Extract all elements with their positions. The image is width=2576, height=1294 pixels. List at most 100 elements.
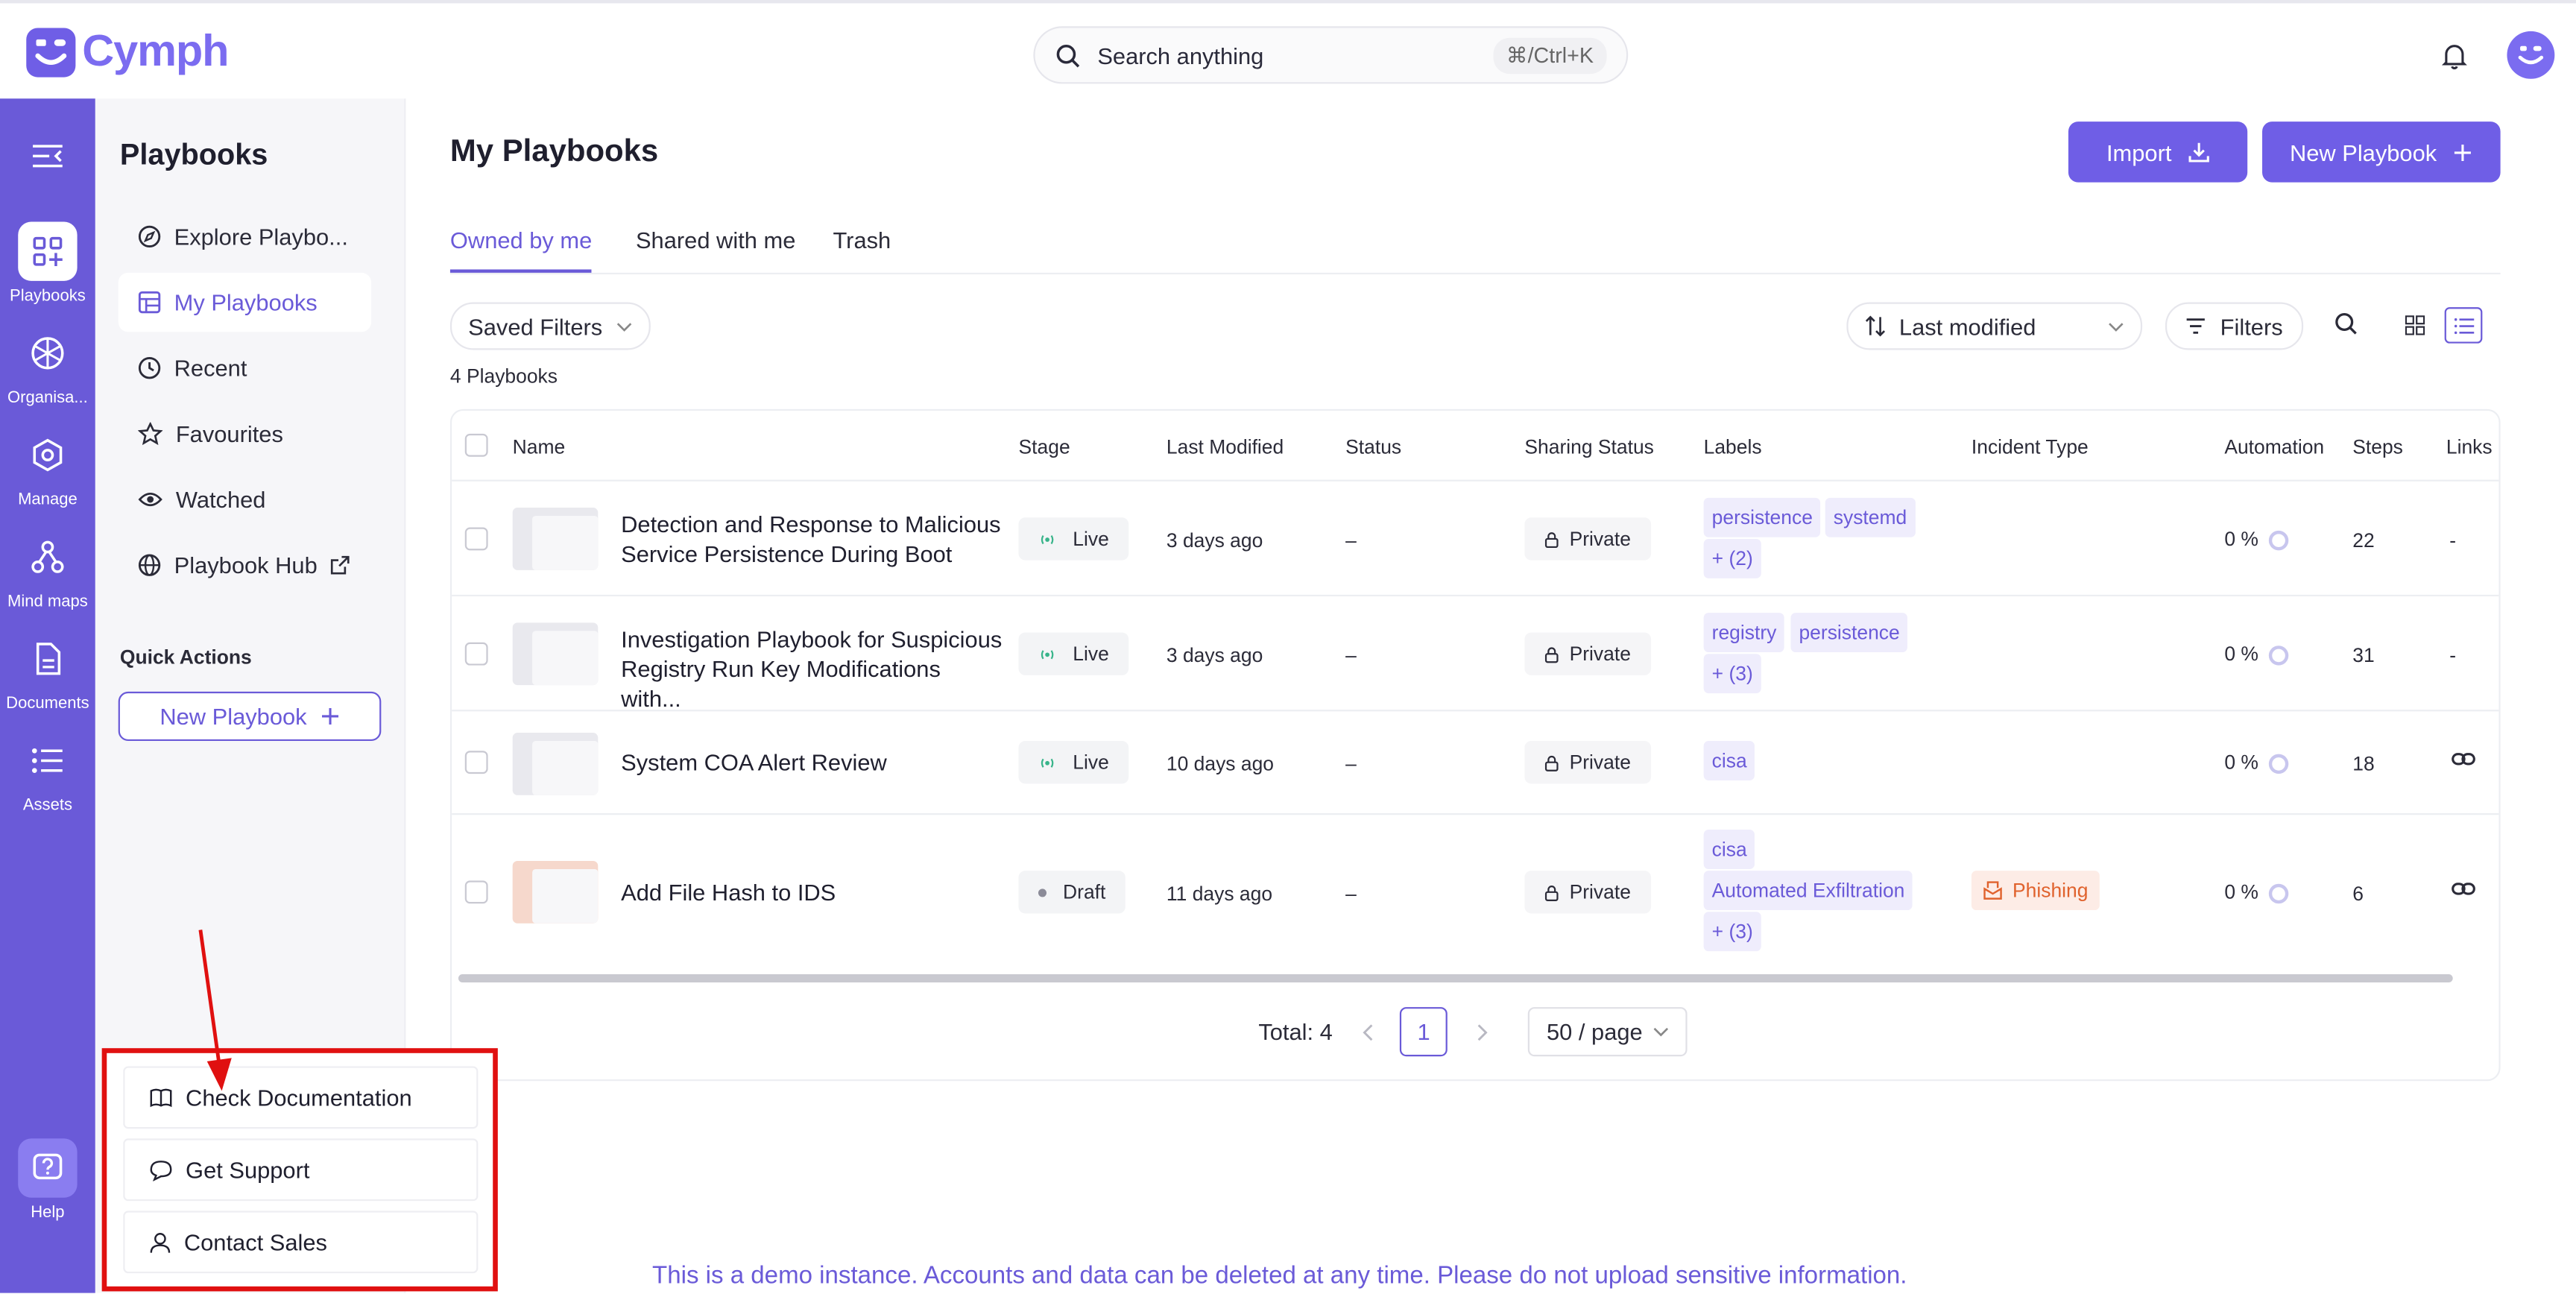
automation: 0 % bbox=[2224, 880, 2288, 904]
subnav-item-recent[interactable]: Recent bbox=[119, 338, 371, 397]
import-button[interactable]: Import bbox=[2068, 121, 2248, 183]
row-checkbox[interactable] bbox=[464, 527, 488, 551]
automation-value: 0 % bbox=[2224, 642, 2258, 666]
sort-dropdown[interactable]: Last modified bbox=[1846, 302, 2143, 350]
playbook-name[interactable]: Detection and Response to Malicious Serv… bbox=[621, 509, 1002, 568]
rail-item-playbooks[interactable]: Playbooks bbox=[0, 221, 95, 306]
progress-ring-icon bbox=[2268, 530, 2288, 551]
table-row[interactable]: Add File Hash to IDS Draft 11 days ago –… bbox=[452, 813, 2499, 969]
playbook-name[interactable]: Investigation Playbook for Suspicious Re… bbox=[621, 625, 1002, 713]
avatar[interactable] bbox=[2507, 31, 2555, 79]
rail-item-help[interactable]: Help bbox=[0, 1138, 95, 1222]
search-bar[interactable]: Search anything ⌘/Ctrl+K bbox=[1033, 26, 1629, 84]
tab-owned-by-me[interactable]: Owned by me bbox=[449, 227, 593, 273]
status: – bbox=[1345, 752, 1357, 776]
search-input[interactable]: Search anything bbox=[1097, 42, 1493, 68]
label-more-tag[interactable]: + (3) bbox=[1703, 654, 1761, 694]
search-shortcut: ⌘/Ctrl+K bbox=[1493, 37, 1607, 74]
last-modified: 3 days ago bbox=[1166, 643, 1263, 667]
column-header[interactable]: Steps bbox=[2352, 435, 2403, 458]
column-header[interactable]: Labels bbox=[1704, 435, 1762, 458]
list-icon bbox=[18, 731, 77, 790]
rail-label: Documents bbox=[6, 695, 89, 713]
filter-icon bbox=[2185, 317, 2207, 335]
column-header[interactable]: Automation bbox=[2224, 435, 2324, 458]
page-title: My Playbooks bbox=[449, 134, 659, 170]
subnav-item-explore[interactable]: Explore Playbo... bbox=[119, 207, 371, 266]
subnav-item-playbook-hub[interactable]: Playbook Hub bbox=[119, 536, 371, 595]
check-documentation-item[interactable]: Check Documentation bbox=[123, 1066, 479, 1129]
label-tag[interactable]: persistence bbox=[1703, 497, 1821, 537]
rail-item-manage[interactable]: Manage bbox=[0, 426, 95, 509]
label-more-tag[interactable]: + (2) bbox=[1703, 538, 1761, 578]
subnav-item-my-playbooks[interactable]: My Playbooks bbox=[118, 272, 372, 332]
steps: 31 bbox=[2352, 643, 2375, 667]
rail-item-assets[interactable]: Assets bbox=[0, 731, 95, 815]
link-icon[interactable] bbox=[2451, 880, 2475, 897]
column-header[interactable]: Name bbox=[513, 435, 566, 458]
rail-item-organisation[interactable]: Organisa... bbox=[0, 324, 95, 408]
clock-icon bbox=[138, 356, 161, 379]
subnav-item-favourites[interactable]: Favourites bbox=[119, 404, 371, 463]
table-icon bbox=[138, 291, 161, 314]
page-number[interactable]: 1 bbox=[1400, 1007, 1448, 1057]
column-header[interactable]: Status bbox=[1345, 435, 1401, 458]
label-more-tag[interactable]: + (3) bbox=[1703, 912, 1761, 952]
select-all-checkbox[interactable] bbox=[464, 433, 488, 457]
row-checkbox[interactable] bbox=[464, 642, 488, 666]
links: - bbox=[2449, 528, 2457, 552]
list-view-icon[interactable] bbox=[2444, 307, 2483, 344]
filters-button[interactable]: Filters bbox=[2165, 302, 2304, 350]
new-playbook-button[interactable]: New Playbook bbox=[2262, 121, 2501, 183]
column-header[interactable]: Links bbox=[2446, 435, 2493, 458]
quick-new-playbook-button[interactable]: New Playbook bbox=[118, 691, 382, 742]
automation-value: 0 % bbox=[2224, 527, 2258, 551]
tab-trash[interactable]: Trash bbox=[833, 227, 891, 253]
column-header[interactable]: Sharing Status bbox=[1524, 435, 1654, 458]
link-icon[interactable] bbox=[2451, 751, 2475, 767]
last-modified: 3 days ago bbox=[1166, 528, 1263, 552]
label-tag[interactable]: persistence bbox=[1790, 613, 1908, 653]
row-checkbox[interactable] bbox=[464, 751, 488, 774]
total-count: Total: 4 bbox=[1258, 1018, 1333, 1045]
label-tag[interactable]: cisa bbox=[1703, 741, 1755, 780]
help-icon bbox=[18, 1138, 78, 1198]
compass-icon bbox=[138, 225, 161, 248]
get-support-item[interactable]: Get Support bbox=[123, 1138, 479, 1202]
logo[interactable]: Cymph bbox=[26, 26, 230, 77]
name-line: Add File Hash to IDS bbox=[621, 879, 836, 906]
sharing-label: Private bbox=[1569, 527, 1631, 551]
grid-view-icon[interactable] bbox=[2397, 307, 2433, 343]
playbook-name[interactable]: Add File Hash to IDS bbox=[621, 877, 1002, 907]
label-tag[interactable]: cisa bbox=[1703, 830, 1755, 869]
column-header[interactable]: Incident Type bbox=[1972, 435, 2089, 458]
collapse-menu-icon[interactable] bbox=[31, 143, 64, 169]
label-tag[interactable]: Automated Exfiltration bbox=[1703, 871, 1913, 911]
tab-shared-with-me[interactable]: Shared with me bbox=[636, 227, 795, 253]
column-header[interactable]: Stage bbox=[1019, 435, 1070, 458]
bell-icon[interactable] bbox=[2441, 42, 2467, 70]
table-row[interactable]: Investigation Playbook for Suspicious Re… bbox=[452, 594, 2499, 713]
rail-item-documents[interactable]: Documents bbox=[0, 629, 95, 713]
label-tag[interactable]: systemd bbox=[1825, 497, 1916, 537]
external-link-icon bbox=[330, 555, 350, 575]
star-icon bbox=[138, 422, 163, 446]
subnav-item-watched[interactable]: Watched bbox=[119, 470, 371, 528]
prev-page-icon[interactable] bbox=[1362, 1023, 1373, 1041]
table-row[interactable]: Detection and Response to Malicious Serv… bbox=[452, 479, 2499, 595]
page-size-select[interactable]: 50 / page bbox=[1528, 1007, 1688, 1057]
demo-banner: This is a demo instance. Accounts and da… bbox=[652, 1261, 1907, 1290]
table-search-icon[interactable] bbox=[2334, 312, 2358, 335]
saved-filters-dropdown[interactable]: Saved Filters bbox=[449, 302, 651, 350]
table-row[interactable]: System COA Alert Review Live 10 days ago… bbox=[452, 710, 2499, 813]
stage-badge: Live bbox=[1018, 517, 1129, 561]
contact-sales-item[interactable]: Contact Sales bbox=[123, 1211, 479, 1274]
lock-icon bbox=[1545, 530, 1560, 548]
horizontal-scrollbar[interactable] bbox=[458, 974, 2453, 983]
playbook-name[interactable]: System COA Alert Review bbox=[621, 748, 1002, 777]
row-checkbox[interactable] bbox=[464, 880, 488, 904]
next-page-icon[interactable] bbox=[1477, 1023, 1489, 1041]
rail-item-mind-maps[interactable]: Mind maps bbox=[0, 528, 95, 611]
column-header[interactable]: Last Modified bbox=[1167, 435, 1284, 458]
label-tag[interactable]: registry bbox=[1703, 613, 1785, 653]
